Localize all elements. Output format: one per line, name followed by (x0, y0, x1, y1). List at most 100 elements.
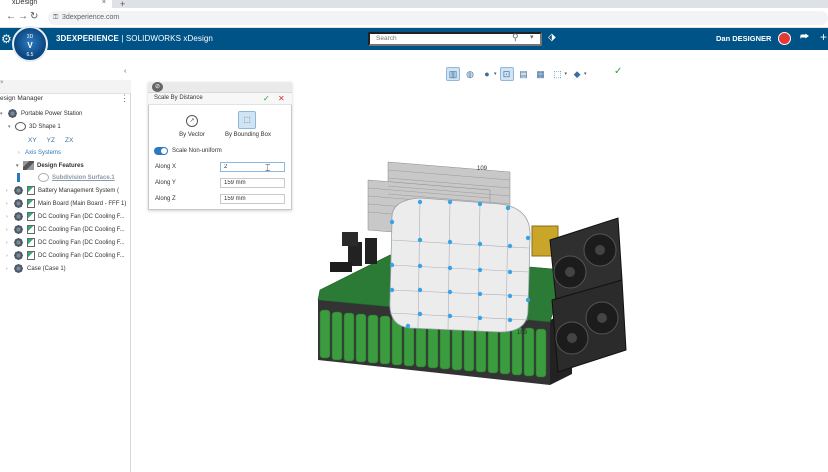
tree-expander-icon[interactable]: › (6, 212, 13, 223)
search-icon[interactable]: ⚲ (512, 32, 519, 43)
url-text: 3dexperience.com (62, 14, 120, 21)
section-view-icon[interactable]: ▥ (446, 67, 460, 81)
tree-label: Main Board (Main Board - FFF 1) (38, 201, 127, 208)
tree-label: 3D Shape 1 (29, 124, 61, 131)
tree-label: Case (Case 1) (27, 266, 66, 273)
panel-menu-icon[interactable]: ⋮ (120, 93, 129, 104)
tree-item-part[interactable]: › Battery Management System ( (6, 186, 119, 197)
tree-label: DC Cooling Fan (DC Cooling F... (38, 214, 125, 221)
dimension-label: 109 (477, 166, 488, 172)
tree-label: Design Features (37, 163, 84, 170)
panel-close-icon[interactable]: × (0, 80, 4, 86)
by-vector-icon[interactable]: ↗ (186, 115, 198, 127)
dialog-title: Scale By Distance (154, 95, 203, 101)
plane-xy-icon[interactable]: XY (28, 137, 37, 144)
plane-yz-icon[interactable]: YZ (47, 137, 55, 144)
tab-title: xDesign (12, 0, 38, 6)
tree-expander-icon[interactable]: › (18, 148, 25, 159)
tree-item-part[interactable]: › DC Cooling Fan (DC Cooling F... (6, 212, 125, 223)
app-menu-icon[interactable]: ⚙ (1, 32, 12, 46)
view-toolbar: ▥ ◍ ● ▾ ⊡ ▤ ▦ ⬚ ▾ ◆ ▾ (446, 66, 587, 82)
tree-expander-icon[interactable]: › (6, 199, 13, 210)
url-field[interactable]: ⚿ 3dexperience.com (48, 11, 828, 25)
user-name[interactable]: Dan DESIGNER (716, 34, 771, 43)
along-z-label: Along Z (155, 196, 176, 202)
appearance-dropdown-icon[interactable]: ▾ (494, 71, 497, 77)
toolbar-row (0, 50, 828, 66)
tree-item-part[interactable]: › Case (Case 1) (6, 264, 66, 275)
tree-label: Axis Systems (25, 150, 62, 156)
along-z-field[interactable] (220, 194, 285, 204)
grid-icon[interactable]: ▦ (534, 67, 548, 81)
tree-expander-icon[interactable]: › (6, 264, 13, 275)
tag-icon[interactable]: ⬗ (548, 32, 556, 43)
tree-expander-icon[interactable]: › (6, 238, 13, 249)
along-x-field[interactable] (220, 162, 285, 172)
tree-expander-icon[interactable]: ▾ (0, 109, 7, 120)
panel-header: × (0, 80, 131, 94)
part-type-icon (27, 238, 35, 247)
add-icon[interactable]: + (820, 30, 827, 44)
part-type-icon (27, 199, 35, 208)
compass-icon[interactable]: 3D V 6.5 (12, 26, 48, 62)
feature-icon (23, 161, 34, 170)
views-dropdown-icon[interactable]: ▾ (584, 71, 587, 77)
part-icon (13, 199, 24, 208)
brand-3dexperience: 3DEXPERIENCE (56, 34, 119, 43)
non-uniform-toggle[interactable] (154, 147, 168, 155)
3d-model-viewport[interactable] (300, 150, 630, 410)
ok-icon[interactable]: ✓ (263, 94, 270, 103)
avatar[interactable] (778, 32, 791, 45)
tree-expander-icon[interactable]: › (6, 225, 13, 236)
bounding-box-label[interactable]: By Bounding Box (220, 132, 276, 138)
text-cursor-icon: ⌶ (265, 163, 271, 173)
tree-item-part[interactable]: › DC Cooling Fan (DC Cooling F... (6, 251, 125, 262)
compass-center-label: V (27, 41, 33, 50)
tree-item-axis-systems[interactable]: › Axis Systems (18, 148, 61, 159)
checkmark-tool-icon[interactable]: ✓ (614, 66, 622, 77)
assembly-icon (7, 109, 18, 118)
share-icon[interactable]: ⮫ (800, 32, 809, 43)
forward-icon[interactable]: → (18, 11, 28, 22)
reload-icon[interactable]: ↻ (30, 11, 38, 22)
view-mode-icon[interactable]: ▤ (517, 67, 531, 81)
tree-item-design-features[interactable]: ▾ Design Features (16, 161, 84, 172)
by-vector-label[interactable]: By Vector (172, 132, 212, 138)
tree-item-3d-shape[interactable]: ▾ 3D Shape 1 (8, 122, 61, 133)
tab-close-icon[interactable]: × (102, 0, 106, 6)
part-icon (13, 212, 24, 221)
part-type-icon (27, 251, 35, 260)
along-y-label: Along Y (155, 180, 176, 186)
tree-expander-icon[interactable]: › (6, 186, 13, 197)
back-icon[interactable]: ← (6, 11, 16, 22)
tree-item-root[interactable]: ▾ Portable Power Station (0, 109, 82, 120)
cancel-icon[interactable]: ✕ (278, 94, 285, 103)
selection-dropdown-icon[interactable]: ▾ (565, 71, 568, 77)
tree-expander-icon[interactable]: ▾ (16, 161, 23, 172)
tree-expander-icon[interactable]: ▾ (8, 122, 15, 133)
tree-item-part[interactable]: › DC Cooling Fan (DC Cooling F... (6, 225, 125, 236)
brand-product: | SOLIDWORKS xDesign (119, 34, 213, 43)
browser-tab[interactable]: xDesign × (0, 0, 112, 8)
brand-title: 3DEXPERIENCE | SOLIDWORKS xDesign (56, 34, 213, 43)
appearance-icon[interactable]: ● (480, 67, 494, 81)
tree-expander-icon[interactable]: › (6, 251, 13, 262)
tree-item-part[interactable]: › Main Board (Main Board - FFF 1) (6, 199, 126, 210)
dimension-label: 109 (517, 330, 528, 336)
along-y-field[interactable] (220, 178, 285, 188)
part-icon (13, 251, 24, 260)
tree-item-subdivision[interactable]: Subdivision Surface.1 (38, 173, 115, 184)
render-mode-icon[interactable]: ◍ (463, 67, 477, 81)
plane-zx-icon[interactable]: ZX (65, 137, 73, 144)
bounding-box-icon[interactable]: ⬚ (238, 111, 256, 129)
tree-label: Subdivision Surface.1 (52, 175, 115, 182)
tree-item-part[interactable]: › DC Cooling Fan (DC Cooling F... (6, 238, 125, 249)
standard-views-icon[interactable]: ◆ (570, 67, 584, 81)
dialog-drag-handle[interactable] (148, 82, 292, 93)
tree-label: DC Cooling Fan (DC Cooling F... (38, 227, 125, 234)
selection-box-icon[interactable]: ⬚ (551, 67, 565, 81)
lock-icon: ⚿ (53, 14, 59, 21)
collapse-panel-icon[interactable]: ‹ (124, 68, 126, 75)
search-dropdown-icon[interactable]: ▾ (530, 33, 534, 41)
fit-all-icon[interactable]: ⊡ (499, 67, 514, 81)
